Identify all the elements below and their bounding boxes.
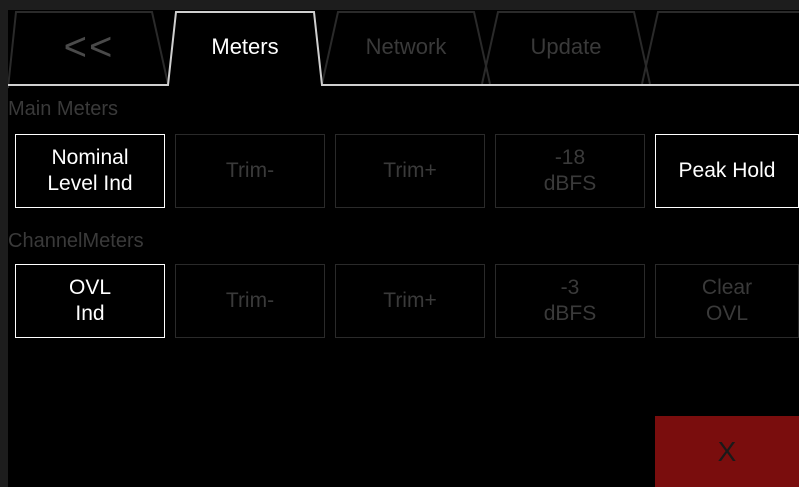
meters-screen: << Meters Network Update Main Meters Nom… — [8, 10, 799, 487]
tab-meters[interactable]: Meters — [176, 10, 314, 84]
main-dbfs-button[interactable]: -18 dBFS — [495, 134, 645, 208]
tab-update[interactable]: Update — [498, 10, 634, 84]
ovl-ind-button[interactable]: OVL Ind — [15, 264, 165, 338]
channel-trim-minus-button[interactable]: Trim- — [175, 264, 325, 338]
tab-bar: << Meters Network Update — [8, 10, 799, 88]
main-trim-minus-button[interactable]: Trim- — [175, 134, 325, 208]
peak-hold-button[interactable]: Peak Hold — [655, 134, 799, 208]
channel-trim-plus-button[interactable]: Trim+ — [335, 264, 485, 338]
channel-meters-label: ChannelMeters — [8, 230, 144, 252]
main-trim-plus-button[interactable]: Trim+ — [335, 134, 485, 208]
main-meters-label: Main Meters — [8, 98, 119, 120]
close-button[interactable]: X — [655, 416, 799, 487]
tab-empty[interactable] — [658, 10, 799, 84]
channel-dbfs-button[interactable]: -3 dBFS — [495, 264, 645, 338]
back-tab[interactable]: << — [16, 10, 162, 84]
clear-ovl-button[interactable]: Clear OVL — [655, 264, 799, 338]
nominal-level-ind-button[interactable]: Nominal Level Ind — [15, 134, 165, 208]
tab-network[interactable]: Network — [338, 10, 474, 84]
